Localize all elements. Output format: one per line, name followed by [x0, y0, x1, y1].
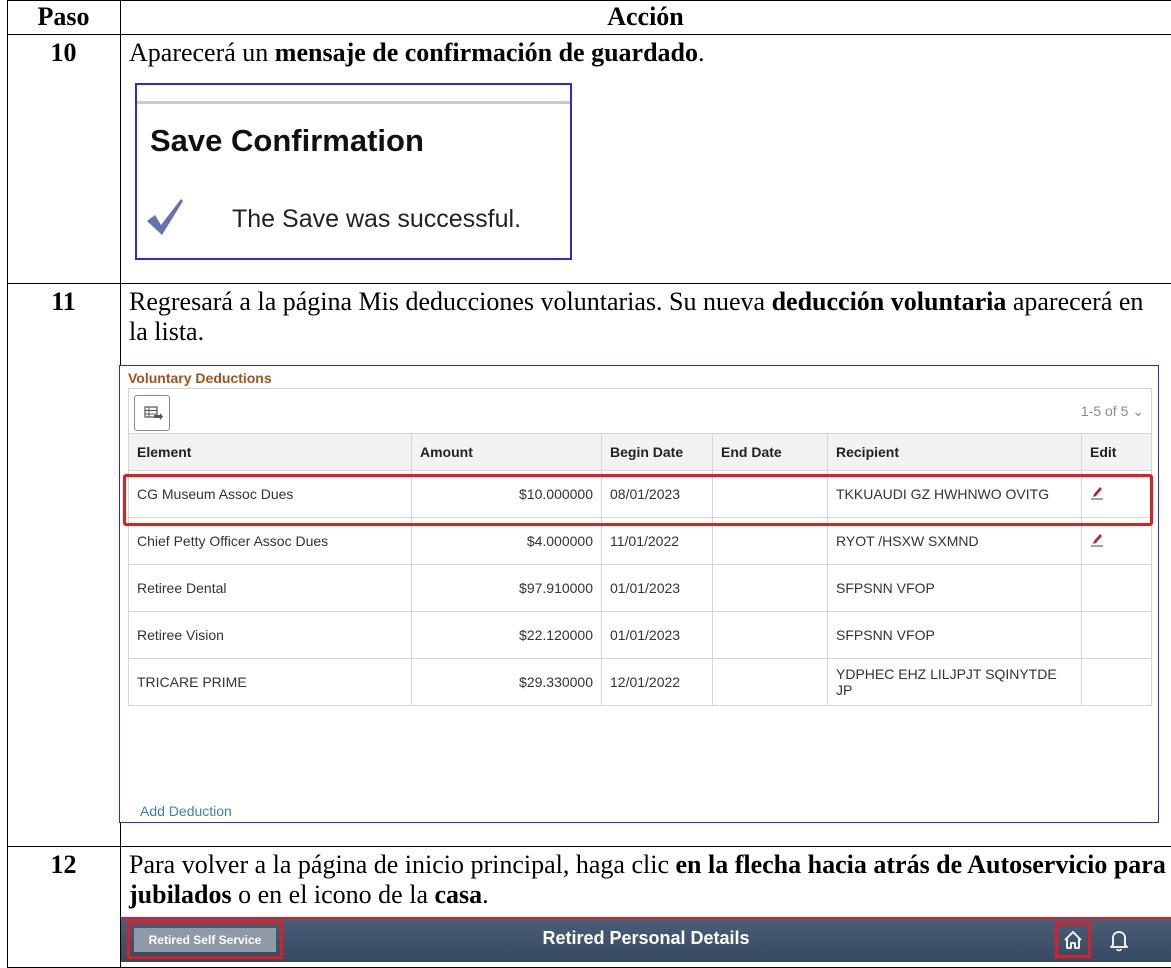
add-deduction-link[interactable]: Add Deduction [140, 803, 232, 819]
voluntary-deductions-screenshot: Voluntary Deductions 1-5 of 5 ⌄ Element … [119, 365, 1159, 823]
pagination-label: 1-5 of 5 [1080, 403, 1129, 419]
home-button[interactable] [1055, 922, 1091, 958]
table-border-row11 [7, 846, 1171, 847]
chevron-down-icon: ⌄ [1132, 403, 1144, 419]
table-row: TRICARE PRIME $29.330000 12/01/2022 YDPH… [128, 658, 1152, 706]
cell-edit [1081, 658, 1152, 706]
header-step: Paso [37, 2, 90, 31]
cell-element: TRICARE PRIME [128, 658, 412, 706]
checkmark-icon [147, 199, 183, 235]
save-divider [137, 101, 570, 104]
table-border-row10 [7, 283, 1171, 284]
table-border-left [7, 0, 8, 968]
cell-end-date [712, 611, 828, 659]
col-element[interactable]: Element [128, 433, 412, 471]
cell-amount: $29.330000 [411, 658, 602, 706]
step-12-text: Para volver a la página de inicio princi… [129, 850, 1169, 910]
cell-element: Retiree Vision [128, 611, 412, 659]
cell-element: Retiree Dental [128, 564, 412, 612]
pagination-select[interactable]: 1-5 of 5 ⌄ [1081, 403, 1144, 420]
cell-recipient: SFPSNN VFOP [827, 611, 1082, 659]
grid-toolbar [128, 388, 1152, 434]
cell-begin-date: 01/01/2023 [601, 564, 713, 612]
step-10-text-1: Aparecerá un [129, 38, 275, 67]
step-12-text-1: Para volver a la página de inicio princi… [129, 850, 676, 879]
col-edit: Edit [1081, 433, 1152, 471]
voluntary-deductions-title: Voluntary Deductions [128, 370, 272, 386]
cell-amount: $97.910000 [411, 564, 602, 612]
table-row: Retiree Dental $97.910000 01/01/2023 SFP… [128, 564, 1152, 612]
step-12-text-3: . [482, 880, 489, 909]
save-confirmation-message: The Save was successful. [232, 205, 522, 233]
table-border-header [7, 34, 1171, 35]
save-confirmation-title: Save Confirmation [150, 123, 424, 158]
cell-recipient: YDPHEC EHZ LILJPJT SQINYTDE JP [827, 658, 1082, 706]
new-row-highlight [123, 474, 1153, 526]
cell-end-date [712, 564, 828, 612]
retired-self-service-header: Retired Self Service Retired Personal De… [121, 917, 1171, 962]
step-12-text-bold-2: casa [434, 880, 483, 909]
col-amount[interactable]: Amount [411, 433, 602, 471]
cell-edit [1081, 564, 1152, 612]
col-recipient[interactable]: Recipient [827, 433, 1082, 471]
step-10-text-2: . [698, 38, 705, 67]
step-11-text-1: Regresará a la página Mis deducciones vo… [129, 287, 772, 316]
step-11-text: Regresará a la página Mis deducciones vo… [129, 287, 1159, 347]
step-11-text-bold: deducción voluntaria [771, 287, 1007, 316]
step-10-text-bold: mensaje de confirmación de guardado [274, 38, 698, 67]
table-border-top [7, 0, 1171, 1]
col-begin-date[interactable]: Begin Date [601, 433, 713, 471]
home-icon [1064, 931, 1082, 949]
col-end-date[interactable]: End Date [712, 433, 828, 471]
step-number-11: 11 [51, 287, 76, 316]
header-red-line [121, 917, 1171, 919]
step-12-text-2: o en el icono de la [231, 880, 435, 909]
table-row: Retiree Vision $22.120000 01/01/2023 SFP… [128, 611, 1152, 659]
step-number-12: 12 [50, 850, 77, 879]
grid-view-icon [144, 406, 163, 420]
cell-begin-date: 01/01/2023 [601, 611, 713, 659]
bell-icon[interactable] [1107, 927, 1131, 953]
cell-recipient: SFPSNN VFOP [827, 564, 1082, 612]
step-number-10: 10 [50, 38, 77, 67]
edit-pencil-icon[interactable] [1090, 533, 1104, 547]
cell-end-date [712, 658, 828, 706]
step-10-text: Aparecerá un mensaje de confirmación de … [129, 38, 1159, 68]
cell-begin-date: 12/01/2022 [601, 658, 713, 706]
table-header-row: Element Amount Begin Date End Date Recip… [128, 433, 1152, 471]
header-action: Acción [607, 2, 684, 31]
header-title: Retired Personal Details [542, 928, 750, 948]
cell-edit [1081, 611, 1152, 659]
grid-view-button[interactable] [134, 395, 170, 431]
save-confirmation-screenshot: Save Confirmation The Save was successfu… [135, 83, 572, 260]
cell-amount: $22.120000 [411, 611, 602, 659]
